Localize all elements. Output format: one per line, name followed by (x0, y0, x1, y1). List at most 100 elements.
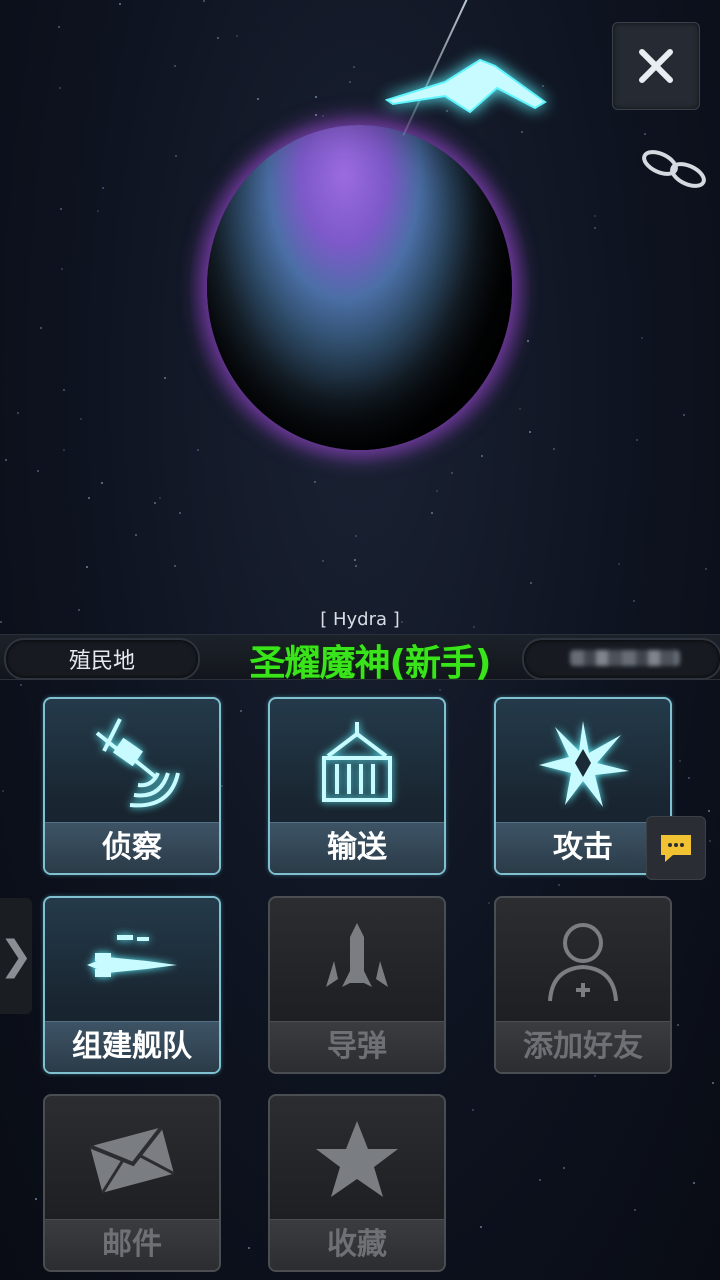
side-panel-toggle[interactable]: ❯ (0, 898, 33, 1014)
star (217, 37, 219, 39)
star (488, 902, 490, 904)
satellite-icon (45, 699, 219, 827)
star (164, 377, 166, 379)
mail-icon (45, 1096, 219, 1224)
star (236, 35, 238, 37)
star (558, 884, 560, 886)
obscured-text (570, 650, 680, 666)
star (40, 327, 42, 329)
star (203, 0, 205, 2)
cargo-container-icon (270, 699, 444, 827)
favorite-button[interactable]: 收藏 (268, 1094, 446, 1272)
star (677, 1024, 679, 1026)
star (179, 512, 181, 514)
scout-button[interactable]: 侦察 (43, 697, 221, 875)
missile-icon (270, 898, 444, 1026)
star (257, 98, 259, 100)
star (709, 840, 711, 842)
star (2, 790, 4, 792)
star (355, 565, 357, 567)
transport-button[interactable]: 输送 (268, 697, 446, 875)
star (472, 1109, 474, 1111)
form-fleet-button[interactable]: 组建舰队 (43, 896, 221, 1074)
star (102, 187, 104, 189)
chevron-right-icon: ❯ (0, 933, 33, 979)
star (37, 470, 39, 472)
star (315, 96, 317, 98)
star (481, 455, 483, 457)
star (594, 215, 596, 217)
star (705, 568, 707, 570)
star (436, 490, 438, 492)
star (693, 1182, 695, 1184)
missile-button[interactable]: 导弹 (268, 896, 446, 1074)
star (101, 482, 103, 484)
star (175, 155, 177, 157)
star (17, 412, 19, 414)
star (679, 760, 681, 762)
spaceship-icon (385, 58, 547, 114)
star (563, 1167, 565, 1169)
star (174, 565, 176, 567)
system-name: [ Hydra ] (320, 609, 400, 630)
add-friend-button[interactable]: 添加好友 (494, 896, 672, 1074)
star (35, 1198, 37, 1200)
planet[interactable] (207, 125, 512, 450)
star (5, 459, 7, 461)
star (174, 65, 176, 67)
button-label: 添加好友 (496, 1021, 670, 1072)
star (553, 448, 555, 450)
star (58, 26, 60, 28)
star (636, 439, 638, 441)
star (633, 600, 635, 602)
star (60, 208, 62, 210)
star (197, 449, 199, 451)
star (529, 431, 531, 433)
star (314, 481, 316, 483)
star (439, 689, 441, 691)
star (634, 1209, 636, 1211)
star (159, 497, 161, 499)
explosion-icon (496, 699, 670, 827)
button-label: 输送 (270, 822, 444, 873)
star (519, 408, 521, 410)
button-label: 组建舰队 (45, 1021, 219, 1072)
star (240, 710, 242, 712)
star (527, 340, 529, 342)
star (644, 133, 646, 135)
mail-button[interactable]: 邮件 (43, 1094, 221, 1272)
button-label: 侦察 (45, 822, 219, 873)
star (80, 418, 82, 420)
star (641, 337, 643, 339)
star (353, 66, 355, 68)
chat-icon (661, 835, 691, 862)
close-button[interactable] (612, 22, 700, 110)
star (354, 559, 356, 561)
star (63, 389, 65, 391)
star (618, 563, 620, 565)
star (63, 449, 65, 451)
colony-button[interactable]: 殖民地 (4, 638, 200, 680)
star (683, 414, 685, 416)
star-icon (270, 1096, 444, 1224)
button-label: 攻击 (496, 822, 670, 873)
star (594, 1075, 596, 1077)
close-icon (639, 49, 673, 83)
star (451, 472, 453, 474)
star (86, 566, 88, 568)
star (221, 785, 223, 787)
star (97, 210, 99, 212)
button-label: 邮件 (45, 1219, 219, 1270)
star (355, 535, 357, 537)
star (688, 777, 690, 779)
star (712, 1082, 714, 1084)
star (119, 3, 121, 5)
star (539, 1179, 541, 1181)
star (521, 131, 523, 133)
chat-button[interactable] (646, 816, 706, 880)
star (431, 512, 433, 514)
star (349, 81, 351, 83)
orbit-ring-icon (642, 150, 706, 188)
add-friend-icon (496, 898, 670, 1026)
star (61, 268, 63, 270)
